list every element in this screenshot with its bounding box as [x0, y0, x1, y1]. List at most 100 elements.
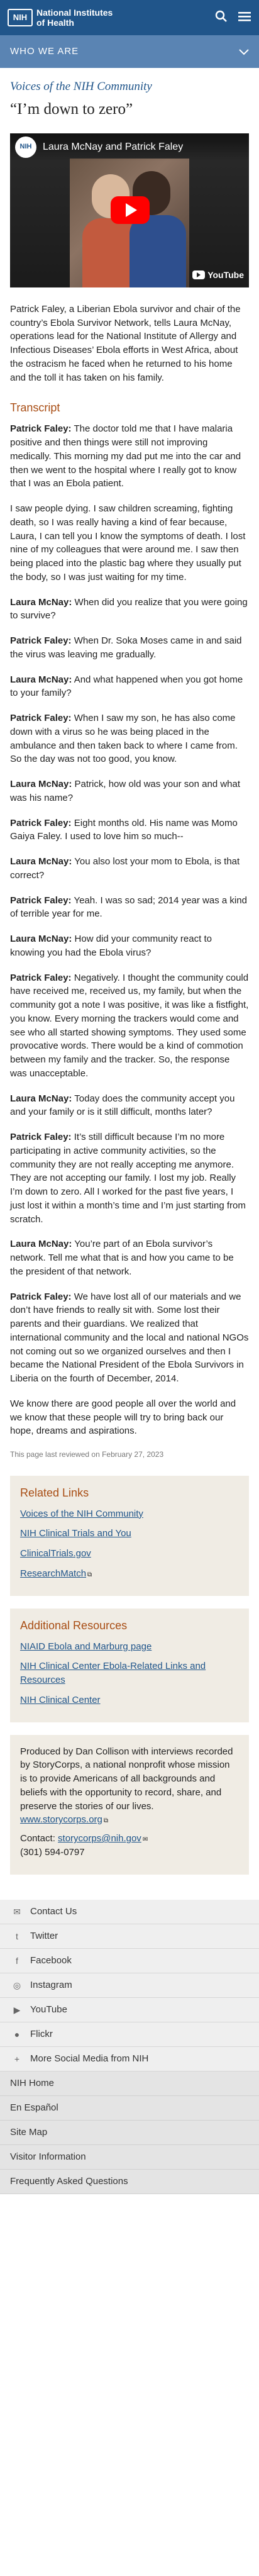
transcript: Patrick Faley: The doctor told me that I…	[10, 422, 249, 1438]
social-link-label: Instagram	[30, 1979, 72, 1990]
transcript-paragraph: Laura McNay: You also lost your mom to E…	[10, 855, 249, 883]
instagram-icon: ◎	[13, 1980, 21, 1990]
resource-link-clinical-center[interactable]: NIH Clinical Center	[20, 1695, 101, 1705]
chevron-down-icon	[239, 43, 249, 60]
section-label: WHO WE ARE	[10, 46, 79, 57]
video-player[interactable]: NIH Laura McNay and Patrick Faley YouTub…	[10, 133, 249, 287]
transcript-paragraph: Patrick Faley: Negatively. I thought the…	[10, 971, 249, 1081]
social-link-facebook[interactable]: f Facebook	[0, 1949, 259, 1973]
speaker-name: Patrick Faley:	[10, 817, 72, 828]
footer-link-site-map[interactable]: Site Map	[0, 2121, 259, 2145]
speaker-name: Patrick Faley:	[10, 635, 72, 647]
speaker-name: Patrick Faley:	[10, 713, 72, 724]
transcript-paragraph: Laura McNay: When did you realize that y…	[10, 596, 249, 623]
related-links-heading: Related Links	[20, 1486, 89, 1499]
site-header: NIH National Institutes of Health	[0, 0, 259, 35]
speaker-name: Patrick Faley:	[10, 1132, 72, 1143]
transcript-paragraph: Patrick Faley: It’s still difficult beca…	[10, 1130, 249, 1226]
contact-phone: (301) 594-0797	[20, 1846, 85, 1858]
footer-link-visitor-information[interactable]: Visitor Information	[0, 2145, 259, 2170]
produced-text: Produced by Dan Collison with interviews…	[20, 1746, 233, 1812]
main-content: Voices of the NIH Community “I’m down to…	[0, 68, 259, 1900]
section-nav-toggle[interactable]: WHO WE ARE	[0, 35, 259, 68]
social-link-label: More Social Media from NIH	[30, 2053, 149, 2064]
plus-icon: +	[14, 2053, 20, 2064]
transcript-paragraph: Patrick Faley: When Dr. Soka Moses came …	[10, 634, 249, 662]
logo-line-1: National Institutes	[36, 7, 113, 18]
social-links: ✉ Contact Us t Twitter f Facebook ◎ Instagram ▶ Y…	[0, 1899, 259, 2071]
youtube-icon: ▶	[13, 2004, 21, 2015]
transcript-paragraph: Laura McNay: Patrick, how old was your s…	[10, 778, 249, 805]
related-link-researchmatch[interactable]: ResearchMatch	[20, 1568, 86, 1579]
search-icon[interactable]	[215, 10, 228, 25]
social-link-label: Facebook	[30, 1954, 72, 1966]
transcript-text: I saw people dying. I saw children screa…	[10, 503, 246, 583]
social-link-label: YouTube	[30, 2004, 67, 2015]
transcript-paragraph: Laura McNay: And what happened when you …	[10, 673, 249, 701]
transcript-paragraph: Laura McNay: Today does the community ac…	[10, 1092, 249, 1120]
transcript-paragraph: Patrick Faley: The doctor told me that I…	[10, 422, 249, 491]
external-link-icon: ⧉	[103, 1817, 109, 1825]
speaker-name: Patrick Faley:	[10, 895, 72, 906]
envelope-icon: ✉	[13, 1906, 21, 1917]
video-title[interactable]: Laura McNay and Patrick Faley	[43, 140, 183, 154]
transcript-paragraph: Patrick Faley: Eight months old. His nam…	[10, 817, 249, 844]
transcript-paragraph: Laura McNay: You’re part of an Ebola sur…	[10, 1237, 249, 1278]
footer-link-frequently-asked-questions[interactable]: Frequently Asked Questions	[0, 2170, 259, 2194]
social-link-label: Contact Us	[30, 1905, 77, 1917]
mail-icon: ✉	[142, 1836, 148, 1844]
social-link-twitter[interactable]: t Twitter	[0, 1924, 259, 1949]
social-link-youtube[interactable]: ▶ YouTube	[0, 1998, 259, 2022]
speaker-name: Patrick Faley:	[10, 423, 72, 435]
speaker-name: Laura McNay:	[10, 1239, 72, 1250]
play-icon	[126, 203, 137, 217]
social-link-instagram[interactable]: ◎ Instagram	[0, 1973, 259, 1998]
footer-links: NIH Home En Español Site Map Visitor Inform…	[0, 2071, 259, 2194]
external-link-icon: ⧉	[87, 1571, 92, 1578]
social-link-more-social-media-from-nih[interactable]: + More Social Media from NIH	[0, 2047, 259, 2071]
transcript-text: We have lost all of our materials and we…	[10, 1291, 249, 1385]
nih-logo[interactable]: NIH National Institutes of Health	[8, 8, 113, 28]
social-link-contact-us[interactable]: ✉ Contact Us	[0, 1900, 259, 1924]
transcript-text: Negatively. I thought the community coul…	[10, 972, 249, 1079]
contact-label: Contact:	[20, 1833, 58, 1844]
speaker-name: Laura McNay:	[10, 1093, 72, 1104]
last-reviewed: This page last reviewed on February 27, …	[10, 1450, 164, 1459]
resource-link-clinical-center-ebola[interactable]: NIH Clinical Center Ebola-Related Links …	[20, 1661, 206, 1685]
channel-avatar[interactable]: NIH	[15, 136, 36, 158]
related-link-voices[interactable]: Voices of the NIH Community	[20, 1508, 143, 1519]
storycorps-link[interactable]: www.storycorps.org	[20, 1814, 102, 1825]
speaker-name: Laura McNay:	[10, 856, 72, 867]
related-links-box: Related Links Voices of the NIH Communit…	[10, 1475, 249, 1596]
hamburger-menu-icon[interactable]	[238, 10, 251, 25]
logo-line-2: of Health	[36, 18, 74, 28]
speaker-name: Laura McNay:	[10, 596, 72, 608]
social-link-flickr[interactable]: ● Flickr	[0, 2022, 259, 2047]
transcript-paragraph: Laura McNay: How did your community reac…	[10, 932, 249, 960]
contact-email-link[interactable]: storycorps@nih.gov	[58, 1833, 141, 1844]
footer-link-nih-home[interactable]: NIH Home	[0, 2071, 259, 2096]
youtube-icon	[192, 270, 206, 279]
intro-paragraph: Patrick Faley, a Liberian Ebola survivor…	[10, 303, 241, 383]
footer-link-en-espa-ol[interactable]: En Español	[0, 2096, 259, 2121]
additional-resources-box: Additional Resources NIAID Ebola and Mar…	[10, 1608, 249, 1722]
produced-by-box: Produced by Dan Collison with interviews…	[10, 1734, 249, 1875]
resource-link-niaid-ebola[interactable]: NIAID Ebola and Marburg page	[20, 1641, 152, 1652]
flickr-icon: ●	[14, 2029, 20, 2039]
facebook-icon: f	[16, 1955, 18, 1966]
youtube-logo[interactable]: YouTube	[192, 269, 244, 281]
transcript-paragraph: I saw people dying. I saw children screa…	[10, 502, 249, 584]
speaker-name: Patrick Faley:	[10, 1291, 72, 1302]
related-link-clinical-trials[interactable]: NIH Clinical Trials and You	[20, 1528, 131, 1539]
transcript-paragraph: Patrick Faley: When I saw my son, he has…	[10, 711, 249, 766]
related-link-clinicaltrials-gov[interactable]: ClinicalTrials.gov	[20, 1548, 91, 1559]
speaker-name: Laura McNay:	[10, 779, 72, 790]
transcript-text: It’s still difficult because I’m no more…	[10, 1132, 246, 1225]
speaker-name: Laura McNay:	[10, 674, 72, 685]
play-button[interactable]	[111, 196, 150, 224]
transcript-heading: Transcript	[10, 401, 60, 415]
twitter-icon: t	[16, 1931, 18, 1941]
transcript-text: We know there are good people all over t…	[10, 1398, 236, 1437]
transcript-paragraph: Patrick Faley: We have lost all of our m…	[10, 1290, 249, 1386]
page-kicker: Voices of the NIH Community	[10, 80, 152, 93]
